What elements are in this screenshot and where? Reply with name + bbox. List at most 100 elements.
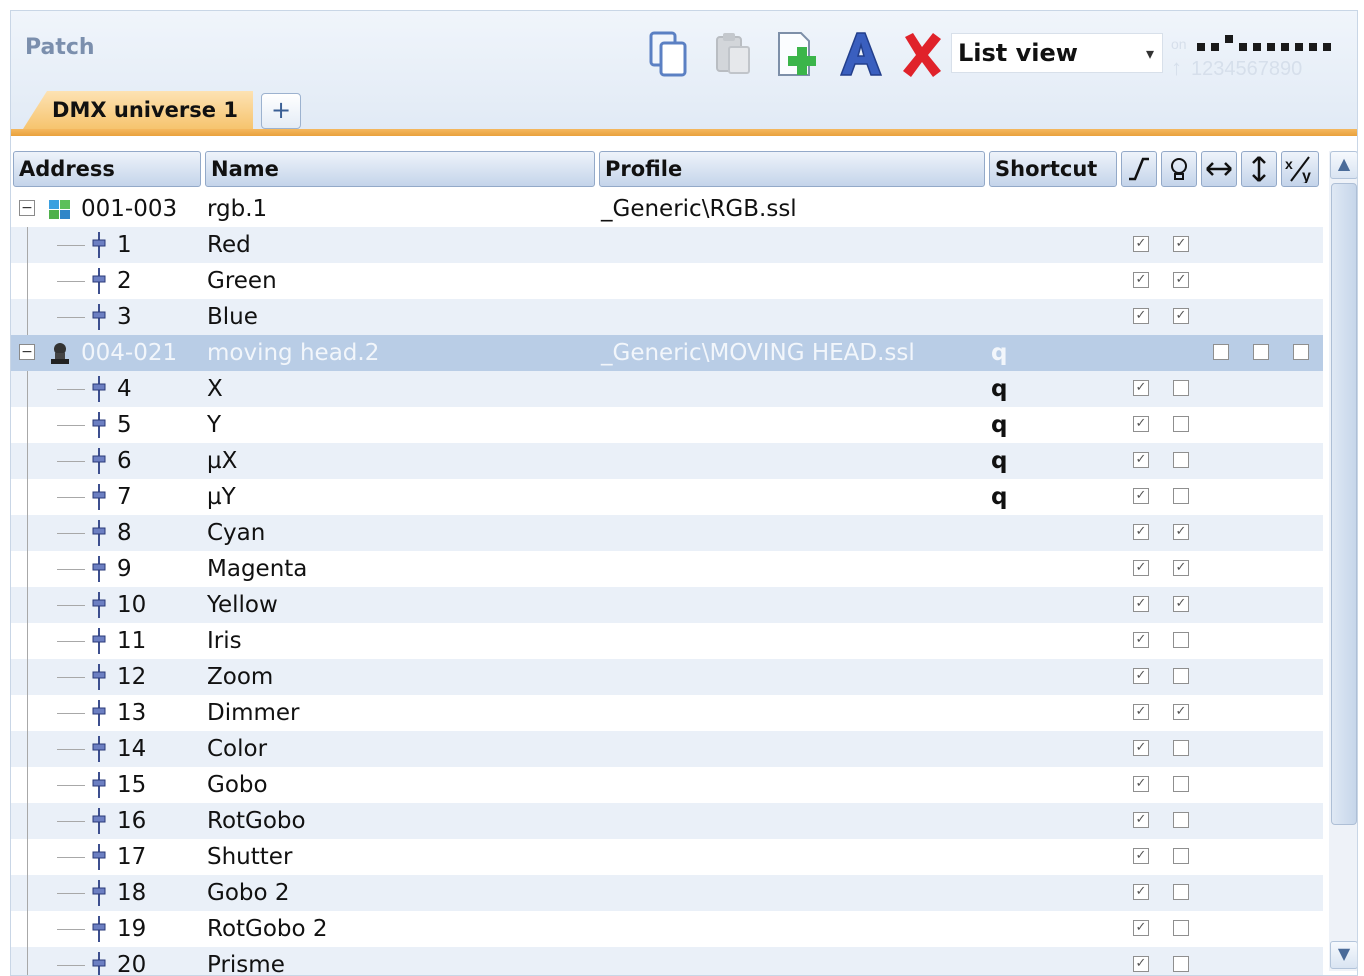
tree-branch — [57, 389, 85, 390]
highlight-checkbox[interactable] — [1173, 488, 1189, 504]
channel-row[interactable]: 15 Gobo ✓ — [11, 767, 1323, 803]
scroll-down-icon[interactable]: ▼ — [1330, 941, 1357, 969]
column-header-address[interactable]: Address — [13, 151, 201, 187]
collapse-icon[interactable]: − — [19, 200, 35, 216]
fade-checkbox[interactable]: ✓ — [1133, 416, 1149, 432]
channel-row[interactable]: 12 Zoom ✓ — [11, 659, 1323, 695]
channel-fader-icon — [91, 807, 107, 835]
highlight-checkbox[interactable]: ✓ — [1173, 236, 1189, 252]
add-universe-tab-button[interactable]: + — [261, 93, 301, 129]
fixture-address: 001-003 — [81, 196, 178, 222]
channel-row[interactable]: 1 Red ✓ ✓ — [11, 227, 1323, 263]
fade-checkbox[interactable]: ✓ — [1133, 560, 1149, 576]
highlight-checkbox[interactable] — [1173, 632, 1189, 648]
highlight-checkbox[interactable] — [1173, 776, 1189, 792]
channel-row[interactable]: 6 µX q ✓ — [11, 443, 1323, 479]
invert-y-checkbox[interactable] — [1253, 344, 1269, 360]
rename-icon[interactable] — [837, 29, 883, 79]
highlight-checkbox[interactable] — [1173, 956, 1189, 972]
channel-row[interactable]: 13 Dimmer ✓ ✓ — [11, 695, 1323, 731]
column-header-name[interactable]: Name — [205, 151, 595, 187]
collapse-icon[interactable]: − — [19, 344, 35, 360]
fade-checkbox[interactable]: ✓ — [1133, 308, 1149, 324]
copy-icon[interactable] — [645, 29, 691, 79]
highlight-checkbox[interactable]: ✓ — [1173, 308, 1189, 324]
channel-row[interactable]: 2 Green ✓ ✓ — [11, 263, 1323, 299]
fixture-row[interactable]: − 001-003 rgb.1 _Generic\RGB.ssl — [11, 191, 1323, 227]
add-fixture-icon[interactable] — [773, 29, 819, 79]
fade-checkbox[interactable]: ✓ — [1133, 704, 1149, 720]
highlight-checkbox[interactable] — [1173, 884, 1189, 900]
tree-branch — [57, 749, 85, 750]
highlight-checkbox[interactable]: ✓ — [1173, 704, 1189, 720]
highlight-bulb-icon[interactable] — [1161, 151, 1197, 187]
swap-xy-icon[interactable]: xy — [1281, 151, 1319, 187]
highlight-checkbox[interactable] — [1173, 668, 1189, 684]
delete-icon[interactable] — [899, 29, 945, 79]
vertical-scrollbar[interactable]: ▲ ▼ — [1329, 151, 1357, 971]
channel-row[interactable]: 11 Iris ✓ — [11, 623, 1323, 659]
channel-row[interactable]: 17 Shutter ✓ — [11, 839, 1323, 875]
fade-checkbox[interactable]: ✓ — [1133, 524, 1149, 540]
paste-icon[interactable] — [709, 29, 755, 79]
column-header-shortcut[interactable]: Shortcut — [989, 151, 1117, 187]
fade-checkbox[interactable]: ✓ — [1133, 740, 1149, 756]
highlight-checkbox[interactable] — [1173, 740, 1189, 756]
channel-row[interactable]: 20 Prisme ✓ — [11, 947, 1323, 975]
highlight-checkbox[interactable]: ✓ — [1173, 560, 1189, 576]
tab-dmx-universe-1[interactable]: DMX universe 1 — [23, 91, 253, 129]
highlight-checkbox[interactable] — [1173, 380, 1189, 396]
invert-y-icon[interactable] — [1241, 151, 1277, 187]
highlight-checkbox[interactable] — [1173, 812, 1189, 828]
channel-row[interactable]: 4 Xq ✓ — [11, 371, 1323, 407]
fade-checkbox[interactable]: ✓ — [1133, 380, 1149, 396]
highlight-checkbox[interactable] — [1173, 920, 1189, 936]
channel-row[interactable]: 9 Magenta ✓ ✓ — [11, 551, 1323, 587]
fade-curve-icon[interactable] — [1121, 151, 1157, 187]
channel-row[interactable]: 16 RotGobo ✓ — [11, 803, 1323, 839]
fade-checkbox[interactable]: ✓ — [1133, 236, 1149, 252]
fixture-row[interactable]: − 004-021 moving head.2 _Generic\MOVING HEA… — [11, 335, 1323, 371]
fade-checkbox[interactable]: ✓ — [1133, 596, 1149, 612]
invert-x-checkbox[interactable] — [1213, 344, 1229, 360]
channel-fader-icon — [91, 375, 107, 403]
channel-row[interactable]: 19 RotGobo 2 ✓ — [11, 911, 1323, 947]
tree-branch — [57, 461, 85, 462]
fade-checkbox[interactable]: ✓ — [1133, 452, 1149, 468]
tree-line — [27, 263, 28, 299]
svg-text:↑: ↑ — [1171, 55, 1182, 80]
channel-row[interactable]: 14 Color ✓ — [11, 731, 1323, 767]
channel-row[interactable]: 10 Yellow ✓ ✓ — [11, 587, 1323, 623]
fade-checkbox[interactable]: ✓ — [1133, 920, 1149, 936]
highlight-checkbox[interactable]: ✓ — [1173, 524, 1189, 540]
tree-branch — [57, 857, 85, 858]
fade-checkbox[interactable]: ✓ — [1133, 812, 1149, 828]
channel-row[interactable]: 18 Gobo 2 ✓ — [11, 875, 1323, 911]
channel-row[interactable]: 3 Blue ✓ ✓ — [11, 299, 1323, 335]
channel-name: Red — [207, 232, 251, 258]
highlight-checkbox[interactable]: ✓ — [1173, 272, 1189, 288]
swap-xy-checkbox[interactable] — [1293, 344, 1309, 360]
channel-row[interactable]: 5 Yq ✓ — [11, 407, 1323, 443]
highlight-checkbox[interactable] — [1173, 416, 1189, 432]
tree-line — [27, 839, 28, 875]
view-mode-select[interactable]: List view ▾ — [951, 33, 1163, 73]
fade-checkbox[interactable]: ✓ — [1133, 956, 1149, 972]
highlight-checkbox[interactable] — [1173, 452, 1189, 468]
scrollbar-thumb[interactable] — [1331, 183, 1357, 825]
channel-row[interactable]: 7 µY q ✓ — [11, 479, 1323, 515]
fade-checkbox[interactable]: ✓ — [1133, 848, 1149, 864]
scroll-up-icon[interactable]: ▲ — [1330, 151, 1357, 179]
fade-checkbox[interactable]: ✓ — [1133, 272, 1149, 288]
fade-checkbox[interactable]: ✓ — [1133, 488, 1149, 504]
fade-checkbox[interactable]: ✓ — [1133, 668, 1149, 684]
fade-checkbox[interactable]: ✓ — [1133, 632, 1149, 648]
highlight-checkbox[interactable]: ✓ — [1173, 596, 1189, 612]
tree-branch — [57, 965, 85, 966]
fade-checkbox[interactable]: ✓ — [1133, 884, 1149, 900]
fade-checkbox[interactable]: ✓ — [1133, 776, 1149, 792]
channel-row[interactable]: 8 Cyan ✓ ✓ — [11, 515, 1323, 551]
highlight-checkbox[interactable] — [1173, 848, 1189, 864]
invert-x-icon[interactable] — [1201, 151, 1237, 187]
column-header-profile[interactable]: Profile — [599, 151, 985, 187]
